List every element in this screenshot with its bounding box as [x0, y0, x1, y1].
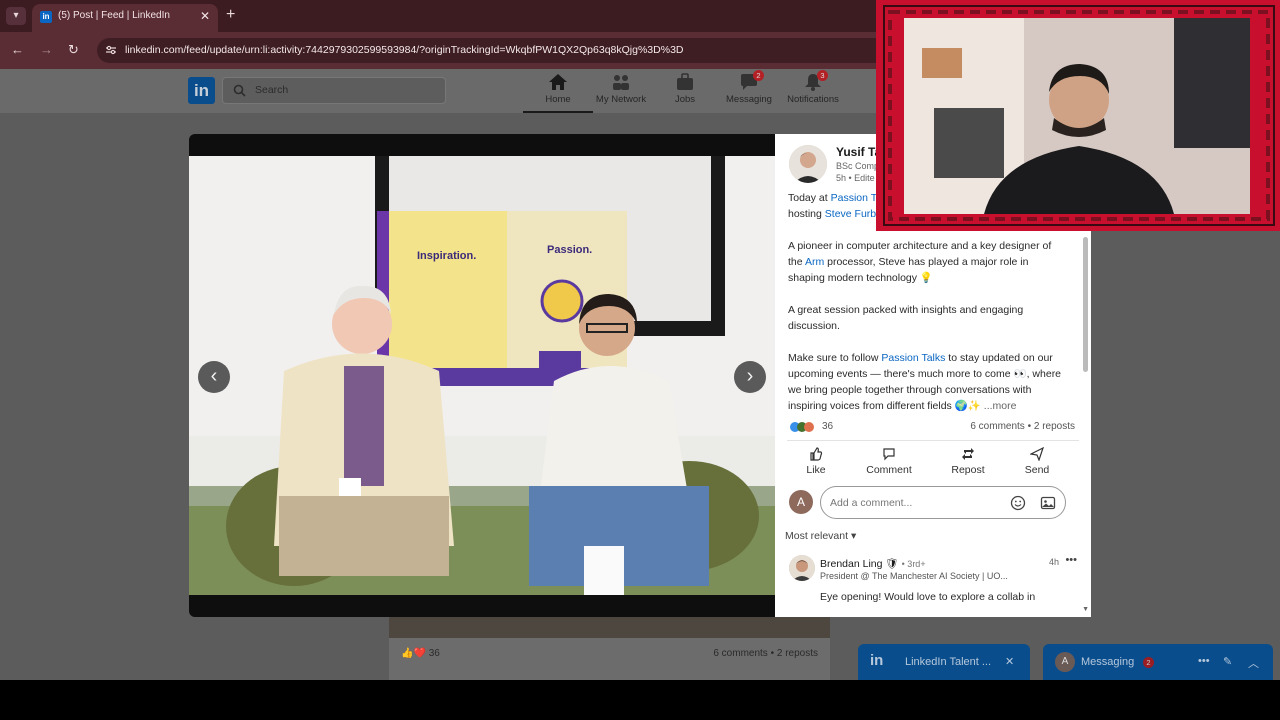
banner-right-text: Passion.: [547, 244, 592, 256]
notifications-badge: 3: [817, 70, 828, 81]
comment-button[interactable]: Comment: [859, 447, 919, 476]
verified-icon: 🛡: [885, 558, 899, 570]
linkedin-in-icon: in: [870, 652, 884, 669]
like-label: Like: [806, 464, 826, 476]
comment-sort-dropdown[interactable]: Most relevant ▾: [785, 530, 856, 542]
comment-label: Comment: [866, 464, 912, 476]
commenter-name[interactable]: Brendan Ling 🛡 • 3rd+: [820, 557, 926, 570]
post-media-viewer: Inspiration. Passion. ‹ ›: [189, 134, 775, 617]
send-label: Send: [1024, 464, 1050, 476]
nav-my-network[interactable]: My Network: [586, 73, 656, 105]
messaging-badge: 2: [753, 70, 764, 81]
search-input[interactable]: Search: [222, 77, 446, 104]
briefcase-icon: [677, 73, 693, 90]
chat-icon: 2: [739, 70, 764, 91]
linkedin-talent-dock[interactable]: in LinkedIn Talent ... ✕: [858, 644, 1030, 680]
url-text: linkedin.com/feed/update/urn:li:activity…: [125, 44, 684, 56]
new-tab-button[interactable]: +: [226, 6, 235, 24]
chevron-up-icon[interactable]: ︿: [1248, 655, 1259, 671]
repost-label: Repost: [951, 464, 985, 476]
more-options-icon[interactable]: •••: [1198, 655, 1210, 667]
compose-icon[interactable]: ✎: [1223, 655, 1232, 668]
nav-jobs-label: Jobs: [674, 94, 696, 105]
feed-post-meta: 6 comments • 2 reposts: [713, 648, 818, 659]
home-icon: [549, 74, 567, 90]
next-image-button[interactable]: ›: [734, 361, 766, 393]
messaging-dock-badge: 2: [1143, 657, 1154, 668]
browser-tab[interactable]: in (5) Post | Feed | LinkedIn ✕: [32, 4, 218, 32]
back-icon[interactable]: ←: [11, 42, 24, 57]
scroll-down-arrow-icon[interactable]: ▼: [1082, 606, 1089, 613]
author-headline: BSc Comp: [836, 161, 880, 171]
messaging-avatar: A: [1055, 652, 1075, 672]
passion-talks-follow-link[interactable]: Passion Talks: [881, 352, 945, 364]
nav-messaging-label: Messaging: [726, 94, 772, 105]
feed-post-reaction-count: 👍❤️ 36: [401, 648, 440, 659]
webcam-feed: [904, 18, 1250, 214]
photo-icon[interactable]: [1040, 495, 1056, 511]
reaction-icons: [790, 422, 814, 432]
comment-time: 4h: [1048, 557, 1059, 567]
current-user-avatar: A: [789, 490, 813, 514]
previous-image-button[interactable]: ‹: [198, 361, 230, 393]
comment-placeholder: Add a comment...: [830, 497, 913, 509]
post-text-paragraph-3: A great session packed with insights and…: [788, 304, 1024, 332]
search-placeholder: Search: [255, 84, 289, 96]
post-time: 5h • Edite: [836, 173, 875, 183]
repost-button[interactable]: Repost: [938, 447, 998, 476]
arm-link[interactable]: Arm: [805, 256, 824, 268]
screen-bottom-bar: [0, 680, 1280, 720]
messaging-dock[interactable]: A Messaging 2 ••• ✎ ︿: [1043, 644, 1273, 680]
nav-notifications-label: Notifications: [787, 94, 839, 105]
comments-reposts-count[interactable]: 6 comments • 2 reposts: [970, 421, 1075, 432]
nav-jobs[interactable]: Jobs: [650, 73, 720, 105]
passion-talks-link[interactable]: Passion T: [831, 192, 878, 204]
messaging-dock-label: Messaging: [1081, 656, 1135, 668]
comment-more-icon[interactable]: •••: [1065, 554, 1077, 566]
feed-post-behind: 👍❤️ 36 6 comments • 2 reposts: [389, 617, 830, 680]
post-photo: Inspiration. Passion.: [189, 156, 775, 595]
nav-messaging[interactable]: 2 Messaging: [714, 70, 784, 105]
nav-notifications[interactable]: 3 Notifications: [778, 70, 848, 105]
thumbs-up-icon: [810, 447, 823, 461]
comment-icon: [883, 448, 895, 461]
reload-icon[interactable]: ↻: [68, 42, 79, 58]
forward-icon[interactable]: →: [40, 42, 53, 57]
comment-text: Eye opening! Would love to explore a col…: [820, 591, 1036, 603]
author-name[interactable]: Yusif Ta: [836, 145, 881, 159]
linkedin-logo-icon[interactable]: in: [188, 77, 215, 104]
send-button[interactable]: Send: [1007, 447, 1067, 476]
feed-post-image-strip: [389, 617, 830, 638]
nav-home-label: Home: [545, 94, 571, 105]
nav-home[interactable]: Home: [523, 73, 593, 113]
banner-left-text: Inspiration.: [417, 250, 476, 262]
repost-icon: [962, 448, 974, 460]
emoji-icon[interactable]: [1010, 495, 1026, 511]
like-button[interactable]: Like: [786, 447, 846, 476]
actions-divider: [787, 440, 1079, 441]
author-avatar[interactable]: [789, 145, 827, 183]
commenter-headline: President @ The Manchester AI Society | …: [820, 571, 1008, 581]
commenter-degree: • 3rd+: [901, 559, 926, 569]
nav-my-network-label: My Network: [595, 94, 647, 105]
post-text-paragraph-4: Make sure to follow Passion Talks to sta…: [788, 352, 1062, 412]
people-icon: [613, 75, 629, 90]
tab-close-icon[interactable]: ✕: [200, 9, 210, 23]
see-more-link[interactable]: ...more: [984, 400, 1017, 412]
commenter-avatar[interactable]: [789, 555, 815, 581]
search-icon: [233, 84, 246, 97]
talent-dock-label: LinkedIn Talent ...: [905, 656, 992, 668]
bell-icon: 3: [803, 70, 828, 91]
linkedin-favicon-icon: in: [40, 11, 52, 23]
tab-title: (5) Post | Feed | LinkedIn: [58, 10, 170, 21]
send-icon: [1030, 447, 1044, 461]
tab-search-button[interactable]: ▾: [6, 7, 26, 25]
comment-input[interactable]: Add a comment...: [820, 486, 1066, 519]
post-text-paragraph-2: A pioneer in computer architecture and a…: [788, 240, 1052, 284]
reaction-count[interactable]: 36: [822, 421, 833, 432]
site-info-icon[interactable]: [105, 44, 117, 56]
dock-close-icon[interactable]: ✕: [1005, 655, 1014, 668]
panel-scrollbar[interactable]: [1083, 237, 1088, 372]
steve-furber-link[interactable]: Steve Furb: [825, 208, 876, 220]
